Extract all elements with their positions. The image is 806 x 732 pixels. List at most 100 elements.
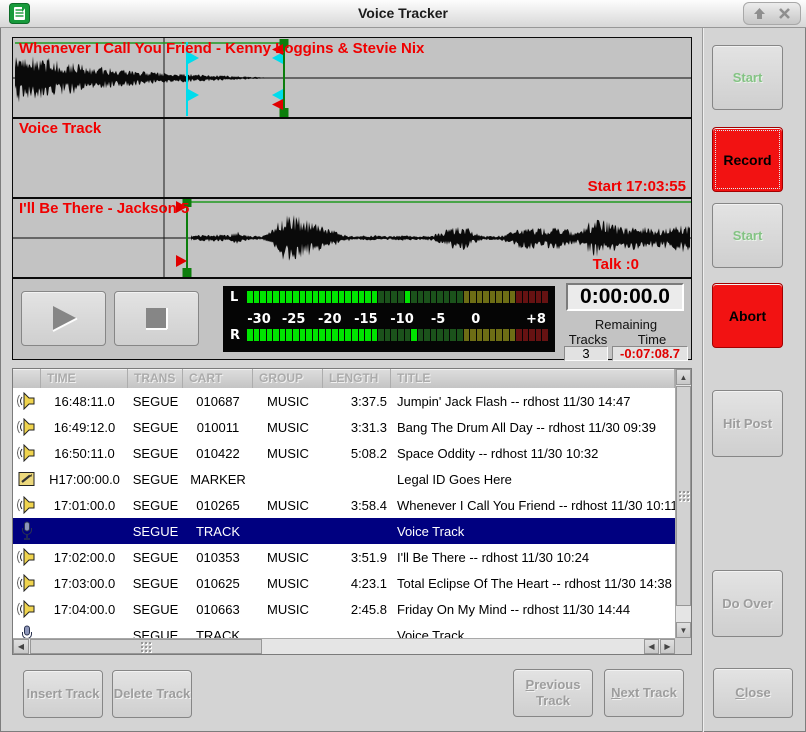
cell-length: 3:51.9 (323, 550, 391, 565)
shade-window-button[interactable] (753, 7, 766, 20)
meter-segment (542, 329, 548, 341)
cell-time: 17:01:00.0 (41, 498, 128, 513)
meter-segment (345, 329, 351, 341)
column-header-title[interactable]: TITLE (391, 369, 675, 388)
cell-length: 3:37.5 (323, 394, 391, 409)
meter-segment (306, 329, 312, 341)
speaker-cell (13, 496, 41, 514)
window-title: Voice Tracker (0, 5, 806, 21)
meter-segment (536, 329, 542, 341)
hit-post-button[interactable]: Hit Post (712, 390, 783, 457)
log-row[interactable]: H17:00:00.0SEGUEMARKERLegal ID Goes Here (13, 466, 675, 492)
scroll-down-button[interactable]: ▼ (676, 622, 691, 638)
meter-segment (385, 291, 391, 303)
column-header-time[interactable]: TIME (41, 369, 128, 388)
close-button[interactable]: Close (713, 668, 793, 718)
column-header-length[interactable]: LENGTH (323, 369, 391, 388)
delete-track-button[interactable]: Delete Track (112, 670, 192, 718)
cell-group: MUSIC (253, 550, 323, 565)
meter-segment (418, 329, 424, 341)
thumb-grip (679, 491, 681, 493)
scroll-up-button[interactable]: ▲ (676, 369, 691, 385)
meter-segment (496, 329, 502, 341)
speaker-icon (17, 600, 37, 618)
meter-segment (418, 291, 424, 303)
column-header-icon[interactable] (13, 369, 41, 388)
record-button[interactable]: Record (712, 127, 783, 192)
column-header-group[interactable]: GROUP (253, 369, 323, 388)
close-window-button[interactable] (778, 7, 791, 20)
next-track-button[interactable]: Next Track (604, 669, 684, 717)
remaining-time-value: -0:07:08.7 (612, 346, 688, 361)
cell-trans: SEGUE (128, 576, 183, 591)
cell-time: 16:49:12.0 (41, 420, 128, 435)
track3-start-marker-bottom[interactable] (176, 255, 187, 267)
meter-segment (424, 291, 430, 303)
log-row[interactable]: 17:01:00.0SEGUE010265MUSIC3:58.4Whenever… (13, 492, 675, 518)
meter-segment (247, 291, 253, 303)
meter-segment (267, 329, 273, 341)
start-track3-button[interactable]: Start (712, 203, 783, 268)
start-track1-button[interactable]: Start (712, 45, 783, 110)
speaker-icon (17, 496, 37, 514)
meter-segment (503, 291, 509, 303)
horizontal-scroll-thumb[interactable] (30, 639, 262, 654)
log-row[interactable]: SEGUETRACKVoice Track (13, 518, 675, 544)
log-row[interactable]: SEGUETRACKVoice Track (13, 622, 675, 638)
cell-time: 17:02:00.0 (41, 550, 128, 565)
cell-group: MUSIC (253, 446, 323, 461)
play-button[interactable] (21, 291, 106, 346)
previous-track-button[interactable]: Previous Track (513, 669, 593, 717)
scroll-right-button[interactable]: ▶ (660, 639, 675, 654)
track3-start-handle-bottom[interactable] (183, 268, 192, 277)
remaining-tracks-label: Tracks (562, 332, 614, 347)
window-controls (743, 2, 801, 25)
waveform-area[interactable] (13, 38, 691, 278)
cell-title: Jumpin' Jack Flash -- rdhost 11/30 14:47 (391, 394, 675, 409)
meter-scale-label: -20 (318, 312, 342, 327)
track1-segue-handle-bottom[interactable] (272, 89, 283, 101)
meter-segment (464, 291, 470, 303)
track1-end-handle-bottom[interactable] (280, 108, 289, 117)
meter-segment (405, 291, 411, 303)
scroll-left-button-2[interactable]: ◀ (644, 639, 659, 654)
do-over-button[interactable]: Do Over (712, 570, 783, 637)
meter-segment (523, 329, 529, 341)
cell-length: 2:45.8 (323, 602, 391, 617)
meter-segment (254, 291, 260, 303)
horizontal-scrollbar[interactable]: ◀ ◀ ▶ (13, 638, 675, 654)
cell-title: Bang The Drum All Day -- rdhost 11/30 09… (391, 420, 675, 435)
insert-track-button[interactable]: Insert Track (23, 670, 103, 718)
log-row[interactable]: 17:04:00.0SEGUE010663MUSIC2:45.8Friday O… (13, 596, 675, 622)
meter-segment (300, 291, 306, 303)
stop-button[interactable] (114, 291, 199, 346)
log-row[interactable]: 17:02:00.0SEGUE010353MUSIC3:51.9I'll Be … (13, 544, 675, 570)
cell-trans: SEGUE (128, 446, 183, 461)
scroll-left-button[interactable]: ◀ (13, 639, 29, 654)
meter-segment (510, 291, 516, 303)
vertical-scroll-thumb[interactable] (676, 386, 691, 606)
speaker-icon (17, 392, 37, 410)
log-header: TIMETRANSCARTGROUPLENGTHTITLE (13, 369, 675, 388)
log-row[interactable]: 16:50:11.0SEGUE010422MUSIC5:08.2Space Od… (13, 440, 675, 466)
elapsed-time-display: 0:00:00.0 (566, 283, 684, 311)
log-row[interactable]: 16:49:12.0SEGUE010011MUSIC3:31.3Bang The… (13, 414, 675, 440)
meter-segment (437, 329, 443, 341)
meter-segment (286, 291, 292, 303)
abort-button[interactable]: Abort (712, 283, 783, 348)
cell-trans: SEGUE (128, 628, 183, 639)
log-row[interactable]: 16:48:11.0SEGUE010687MUSIC3:37.5Jumpin' … (13, 388, 675, 414)
track1-end-marker-bottom[interactable] (272, 99, 283, 110)
column-header-trans[interactable]: TRANS (128, 369, 183, 388)
track-editor-panel: Whenever I Call You Friend - Kenny Loggi… (12, 37, 692, 360)
meter-segment (444, 291, 450, 303)
meter-segment (326, 329, 332, 341)
meter-right-row (247, 329, 548, 341)
column-header-cart[interactable]: CART (183, 369, 253, 388)
marker-note-icon (18, 470, 36, 488)
meter-segment (254, 329, 260, 341)
track1-fade-handle-bottom[interactable] (188, 89, 199, 101)
log-row[interactable]: 17:03:00.0SEGUE010625MUSIC4:23.1Total Ec… (13, 570, 675, 596)
vertical-scrollbar[interactable]: ▲ ▼ (675, 369, 691, 638)
meter-segment (372, 329, 378, 341)
